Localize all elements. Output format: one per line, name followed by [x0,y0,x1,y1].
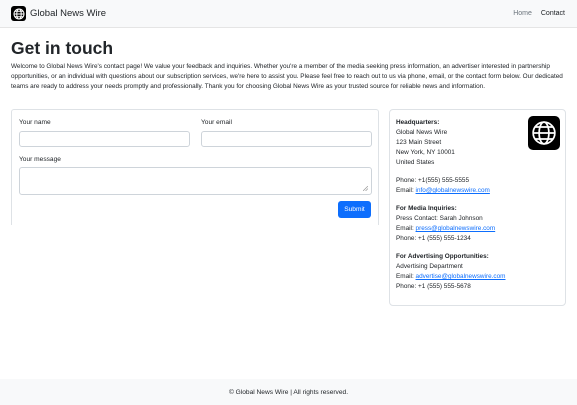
hq-email-prefix: Email: [396,187,416,194]
footer-text: © Global News Wire | All rights reserved… [228,388,349,396]
brand-name: Global News Wire [30,8,107,19]
media-phone: +1 (555) 555-1234 [418,235,471,242]
name-input[interactable] [19,131,190,147]
contact-info-card: Headquarters: Global News Wire 123 Main … [389,109,566,306]
advertising-section: For Advertising Opportunities: Advertisi… [396,252,506,292]
hq-name: Global News Wire [396,129,448,136]
navbar: Global News Wire Home Contact [0,0,577,28]
brand-link[interactable]: Global News Wire [11,6,106,21]
page-title: Get in touch [11,38,114,58]
submit-button[interactable]: Submit [338,201,371,218]
advertising-email-prefix: Email: [396,273,416,280]
hq-street: 123 Main Street [396,139,442,146]
hq-contact-section: Phone: +1(555) 555-5555 Email: info@glob… [396,176,490,196]
advertising-phone: +1 (555) 555-5678 [418,283,471,290]
globe-icon [11,6,26,21]
contact-form: Your name Your email Your message [11,109,379,225]
hq-phone: +1(555) 555-5555 [418,177,470,184]
hq-email-link[interactable]: info@globalnewswire.com [416,187,490,194]
message-label: Your message [19,156,61,163]
nav-home-link[interactable]: Home [513,10,532,17]
media-email-prefix: Email: [396,225,416,232]
hq-phone-prefix: Phone: [396,177,419,184]
media-email-link[interactable]: press@globalnewswire.com [416,225,496,232]
advertising-heading: For Advertising Opportunities: [396,253,489,260]
email-label: Your email [201,119,232,126]
advertising-phone-prefix: Phone: [396,283,419,290]
globe-icon [528,116,560,150]
headquarters-section: Headquarters: Global News Wire 123 Main … [396,118,455,168]
hq-heading: Headquarters: [396,119,440,126]
intro-paragraph: Welcome to Global News Wire's contact pa… [11,63,563,90]
advertising-department: Advertising Department [396,263,463,270]
nav-contact-link[interactable]: Contact [541,10,565,17]
resize-grip-icon[interactable] [363,186,368,191]
media-section: For Media Inquiries: Press Contact: Sara… [396,204,495,244]
media-contact: Press Contact: Sarah Johnson [396,215,483,222]
email-input[interactable] [201,131,372,147]
media-heading: For Media Inquiries: [396,205,457,212]
nav-links: Home Contact [513,10,565,17]
hq-country: United States [396,159,435,166]
advertising-email-link[interactable]: advertise@globalnewswire.com [416,273,506,280]
hq-city: New York, NY 10001 [396,149,455,156]
message-textarea[interactable] [19,167,372,195]
media-phone-prefix: Phone: [396,235,419,242]
footer: © Global News Wire | All rights reserved… [0,379,577,405]
name-label: Your name [19,119,51,126]
